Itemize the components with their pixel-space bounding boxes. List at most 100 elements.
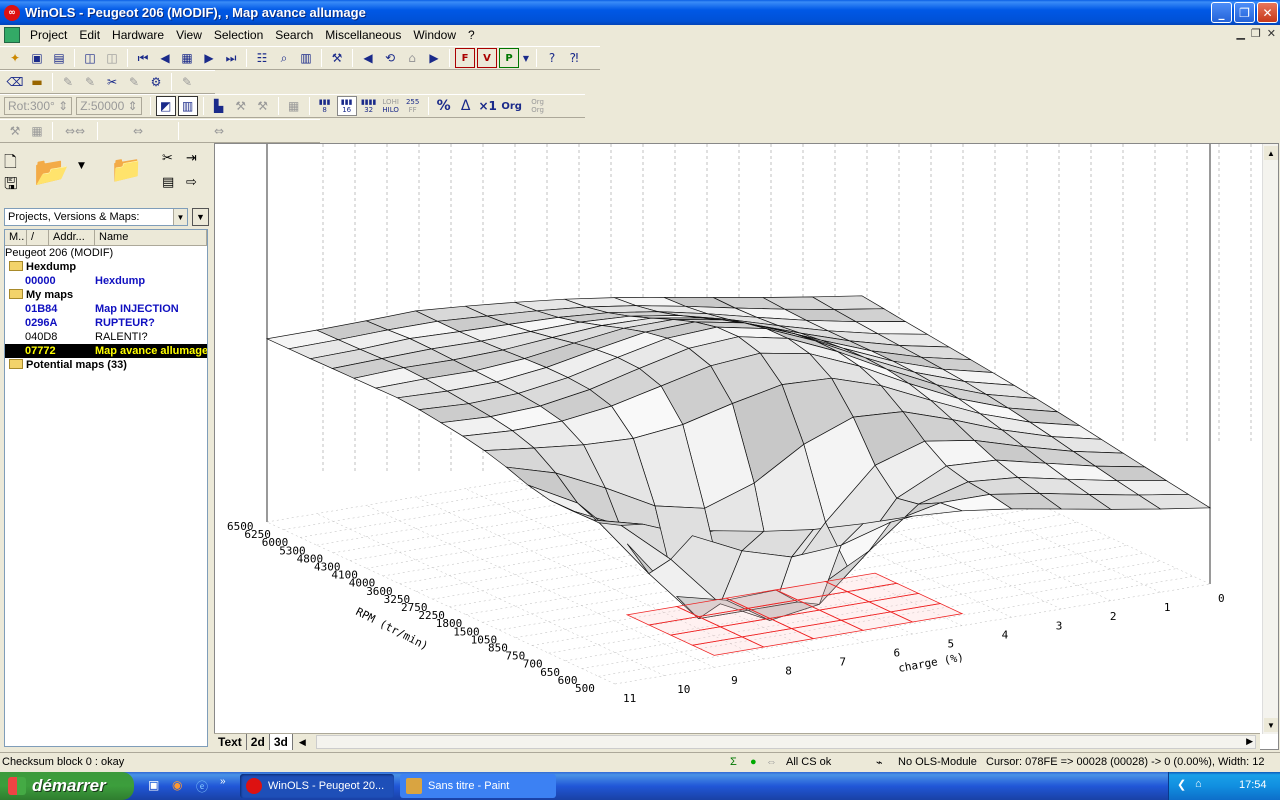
forward-icon[interactable]: ▶ [424, 48, 444, 68]
lohi-button[interactable]: LOHI HILO [381, 96, 401, 116]
horizontal-scrollbar[interactable]: ▶ [316, 735, 1256, 749]
delta-icon[interactable]: Δ [456, 96, 476, 116]
window-icon[interactable]: ◫ [80, 48, 100, 68]
p-dropdown-icon[interactable]: ▼ [521, 48, 531, 68]
v-icon[interactable]: V [477, 48, 497, 68]
8bit-button[interactable]: ▮▮▮ 8 [315, 96, 335, 116]
map-row-hexdump[interactable]: 00000 Hexdump [5, 274, 207, 288]
tool-j-icon[interactable]: ⇔ [103, 121, 173, 141]
eraser-icon[interactable]: ⌫ [5, 72, 25, 92]
project-root[interactable]: Peugeot 206 (MODIF) [5, 246, 207, 260]
folder-hexdump[interactable]: Hexdump [5, 260, 207, 274]
wizard-icon[interactable]: ✦ [5, 48, 25, 68]
ship-icon[interactable]: ⌂ [402, 48, 422, 68]
scroll-down-icon[interactable]: ▼ [1264, 718, 1278, 732]
context-help-icon[interactable]: ⁈ [564, 48, 584, 68]
tool-2-icon[interactable]: ⇥ [186, 151, 197, 166]
tab-scroll-left-icon[interactable]: ◀ [299, 737, 306, 748]
mdi-restore-button[interactable]: ❐ [1251, 27, 1261, 40]
menu-project[interactable]: Project [24, 28, 73, 42]
menu-miscellaneous[interactable]: Miscellaneous [319, 28, 407, 42]
map-row-rupteur[interactable]: 0296A RUPTEUR? [5, 316, 207, 330]
folder-potential-maps[interactable]: Potential maps (33) [5, 358, 207, 372]
save-icon[interactable]: 🖫 [4, 173, 18, 200]
tool-f-icon[interactable]: ✎ [177, 72, 197, 92]
start-button[interactable]: démarrer [0, 772, 134, 800]
chip-icon[interactable]: ▬ [27, 72, 47, 92]
quicklaunch-more-icon[interactable]: » [220, 776, 226, 787]
tool-c-icon[interactable]: ✂ [102, 72, 122, 92]
grid-icon[interactable]: ▦ [284, 96, 304, 116]
project-view-combo[interactable]: Projects, Versions & Maps: ▼ [4, 208, 188, 226]
next-icon[interactable]: ▶ [199, 48, 219, 68]
combo-menu-button[interactable]: ▼ [192, 208, 209, 226]
chevron-down-icon[interactable]: ▼ [173, 209, 187, 225]
project-folder-icon[interactable]: 📁 [110, 155, 142, 185]
p-icon[interactable]: P [499, 48, 519, 68]
tool-h-icon[interactable]: ▦ [27, 121, 47, 141]
task-paint[interactable]: Sans titre - Paint [400, 774, 556, 798]
help-icon[interactable]: ? [542, 48, 562, 68]
tray-arrow-icon[interactable]: ❮ [1177, 778, 1186, 791]
original-diff-button[interactable]: Org Org [526, 96, 550, 116]
16bit-button[interactable]: ▮▮▮ 16 [336, 96, 357, 116]
quicklaunch-desktop-icon[interactable]: ▣ [148, 778, 159, 792]
vertical-scrollbar[interactable]: ▲ ▼ [1262, 144, 1278, 734]
menu-edit[interactable]: Edit [73, 28, 106, 42]
tool-k-icon[interactable]: ⇔ [184, 121, 254, 141]
255-button[interactable]: 255 FF [403, 96, 423, 116]
map-row-avance-selected[interactable]: 07772 Map avance allumage [5, 344, 207, 358]
hex-icon[interactable]: ▥ [296, 48, 316, 68]
col-name[interactable]: Name [95, 230, 207, 245]
graph2-icon[interactable]: ⚒ [231, 96, 251, 116]
map-row-injection[interactable]: 01B84 Map INJECTION [5, 302, 207, 316]
tool-b-icon[interactable]: ✎ [80, 72, 100, 92]
graph3-icon[interactable]: ⚒ [253, 96, 273, 116]
quicklaunch-ie-icon[interactable]: ⓔ [196, 778, 208, 795]
chip-read-icon[interactable]: ▣ [27, 48, 47, 68]
document-menu-icon[interactable] [4, 27, 20, 43]
menu-window[interactable]: Window [407, 28, 462, 42]
tab-2d[interactable]: 2d [246, 734, 270, 750]
folder-my-maps[interactable]: My maps [5, 288, 207, 302]
menu-hardware[interactable]: Hardware [106, 28, 170, 42]
rotation-spinner[interactable]: Rot:300° ⇕ [4, 97, 73, 115]
factor-button[interactable]: ×1 [478, 96, 498, 116]
menu-selection[interactable]: Selection [208, 28, 269, 42]
map-row-ralenti[interactable]: 040D8 RALENTI? [5, 330, 207, 344]
menu-help[interactable]: ? [462, 28, 481, 42]
view-mode-2-icon[interactable]: ▥ [177, 96, 198, 116]
col-sort[interactable]: / [27, 230, 49, 245]
last-icon[interactable]: ⏭ [221, 48, 241, 68]
rollback-icon[interactable]: ⟲ [380, 48, 400, 68]
open-folder-icon[interactable]: 📂 [34, 155, 69, 188]
surface-plot[interactable]: 6500625060005300480043004100400036003250… [215, 144, 1263, 734]
scroll-up-icon[interactable]: ▲ [1264, 146, 1278, 160]
back-icon[interactable]: ◀ [358, 48, 378, 68]
quicklaunch-firefox-icon[interactable]: ◉ [172, 778, 182, 792]
tab-3d[interactable]: 3d [269, 734, 293, 750]
scroll-right-icon[interactable]: ▶ [1246, 736, 1253, 747]
col-m[interactable]: M.. [5, 230, 27, 245]
tool-e-icon[interactable]: ⚙ [146, 72, 166, 92]
tray-network-icon[interactable]: ⌂ [1195, 778, 1202, 790]
tool-1-icon[interactable]: ✂ [162, 151, 173, 166]
32bit-button[interactable]: ▮▮▮▮ 32 [359, 96, 379, 116]
original-button[interactable]: Org [500, 96, 524, 116]
winols-app-icon[interactable]: ∞ [4, 4, 20, 21]
tab-text[interactable]: Text [214, 734, 247, 750]
tool-3-icon[interactable]: ▤ [162, 175, 174, 190]
tool-a-icon[interactable]: ✎ [58, 72, 78, 92]
graph-icon[interactable]: ▙ [209, 96, 229, 116]
mdi-minimize-button[interactable]: ▁ [1236, 27, 1244, 40]
find-icon[interactable]: ⌕ [274, 48, 294, 68]
menu-search[interactable]: Search [269, 28, 319, 42]
task-winols[interactable]: WinOLS - Peugeot 20... [240, 774, 394, 798]
mdi-close-button[interactable]: ✕ [1267, 27, 1276, 40]
map-3d-view[interactable]: 6500 6250 6000 5300 4800 4300 4100 4000 3600 3250… [214, 143, 1279, 750]
close-button[interactable]: ✕ [1257, 2, 1278, 23]
prev-icon[interactable]: ◀ [155, 48, 175, 68]
tool-g-icon[interactable]: ⚒ [5, 121, 25, 141]
open-dropdown-icon[interactable]: ▼ [78, 161, 85, 171]
tool-4-icon[interactable]: ⇨ [186, 175, 197, 190]
